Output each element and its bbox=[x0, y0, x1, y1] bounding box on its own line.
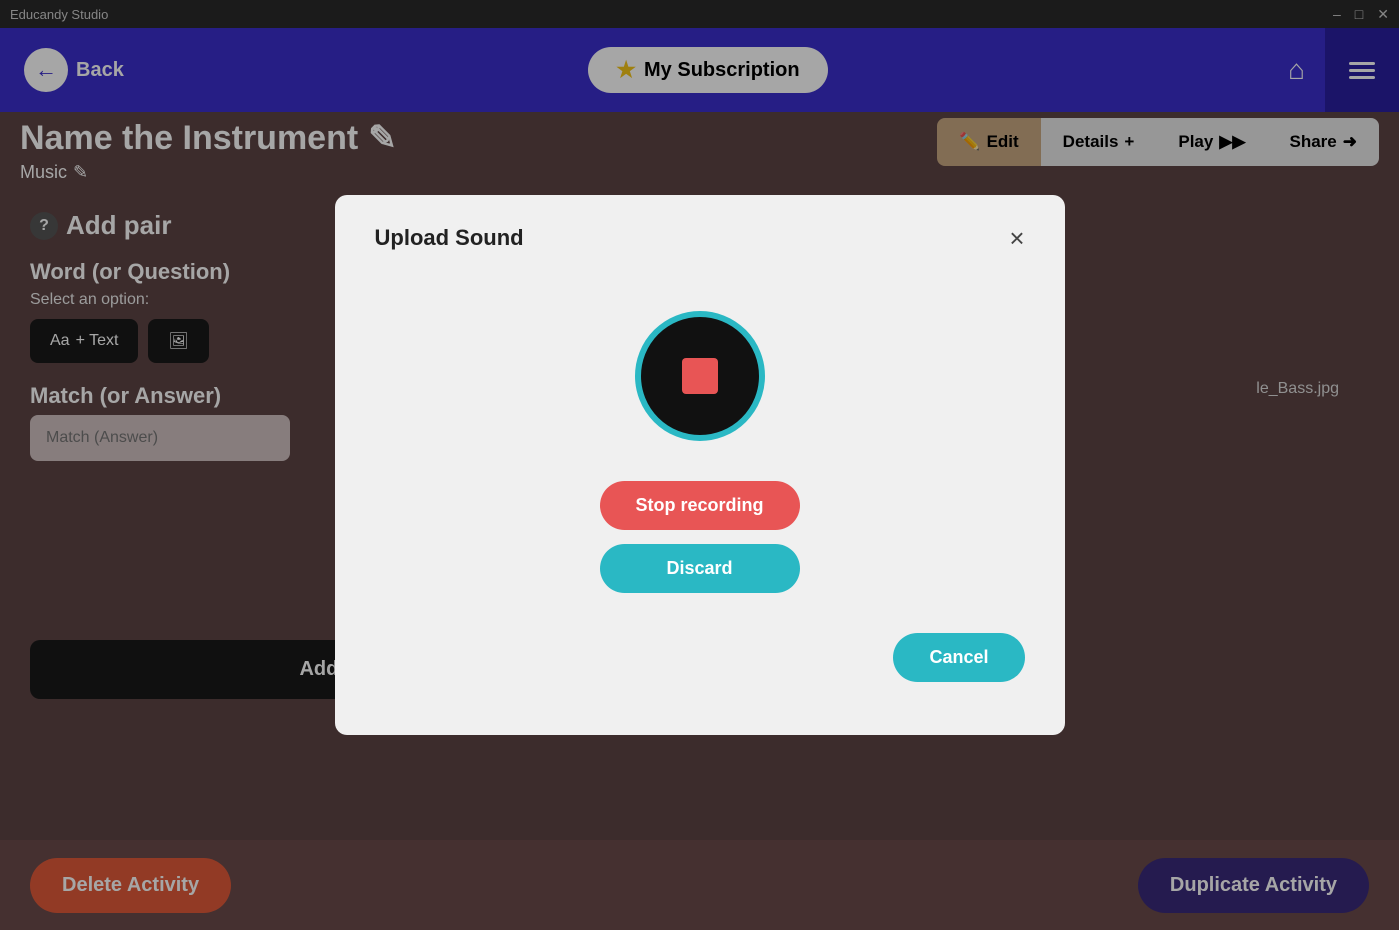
record-stop-icon bbox=[682, 358, 718, 394]
close-icon: × bbox=[1009, 223, 1024, 253]
upload-sound-modal: Upload Sound × Stop recording Discard Ca… bbox=[335, 195, 1065, 735]
discard-button[interactable]: Discard bbox=[600, 544, 800, 593]
modal-overlay: Upload Sound × Stop recording Discard Ca… bbox=[0, 0, 1399, 930]
stop-recording-label: Stop recording bbox=[636, 495, 764, 515]
modal-close-button[interactable]: × bbox=[1009, 225, 1024, 251]
record-button[interactable] bbox=[635, 311, 765, 441]
stop-recording-button[interactable]: Stop recording bbox=[600, 481, 800, 530]
cancel-label: Cancel bbox=[929, 647, 988, 667]
modal-title: Upload Sound bbox=[375, 225, 524, 251]
modal-action-buttons: Stop recording Discard bbox=[600, 481, 800, 593]
modal-footer: Cancel bbox=[375, 633, 1025, 682]
discard-label: Discard bbox=[666, 558, 732, 578]
cancel-button[interactable]: Cancel bbox=[893, 633, 1024, 682]
modal-header: Upload Sound × bbox=[375, 225, 1025, 251]
